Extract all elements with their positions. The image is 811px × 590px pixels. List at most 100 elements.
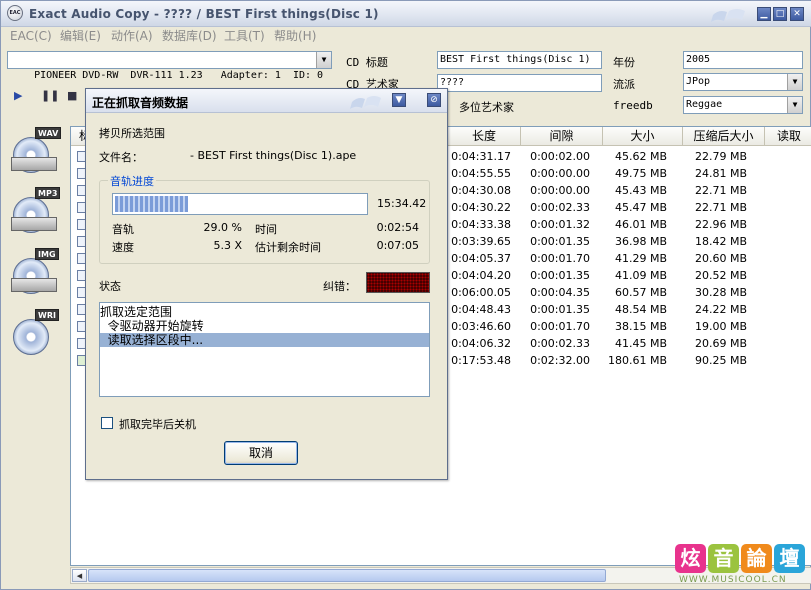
dialog-help-button[interactable]: ⊘ <box>427 93 441 107</box>
remaining-label: 估计剩余时间 <box>255 241 321 254</box>
cell-length: 0:04:48.43 <box>451 303 511 316</box>
cell-size: 41.09 MB <box>614 269 667 282</box>
freedb-genre-select[interactable]: Reggae ▼ <box>683 96 803 114</box>
dialog-title: 正在抓取音频数据 <box>92 96 189 110</box>
watermark-char: 音 <box>708 544 739 573</box>
cell-compressed: 20.52 MB <box>694 269 747 282</box>
track-label: 音轨 <box>112 223 134 236</box>
multi-artist-label: 多位艺术家 <box>459 101 514 114</box>
menu-eac[interactable]: EAC(C) <box>10 27 52 45</box>
menu-tools[interactable]: 工具(T) <box>224 27 265 45</box>
windows-flag-icon <box>350 96 381 109</box>
cell-length: 0:04:30.08 <box>451 184 511 197</box>
write-cd-icon: WRI <box>35 309 59 321</box>
scrollbar-thumb[interactable] <box>88 569 606 582</box>
cell-size: 48.54 MB <box>614 303 667 316</box>
cell-size: 180.61 MB <box>607 354 667 367</box>
minimize-button[interactable]: ▁ <box>757 7 771 21</box>
copy-wav-icon: WAV <box>35 127 62 139</box>
cd-artist-value: ???? <box>440 77 465 88</box>
shutdown-checkbox[interactable] <box>101 417 113 429</box>
watermark-char: 論 <box>741 544 772 573</box>
drive-icon <box>11 278 57 292</box>
cell-length: 0:17:53.48 <box>451 354 511 367</box>
filename-label: 文件名： <box>99 151 143 164</box>
cell-length: 0:04:31.17 <box>451 150 511 163</box>
copy-image-button[interactable]: IMG <box>9 248 61 300</box>
track-progress-group: 音轨进度 15:34.42 音轨 29.0 % 时间 0:02:54 速度 5.… <box>99 173 430 264</box>
play-icon[interactable]: ▶ <box>14 89 22 102</box>
cell-gap: 0:00:01.70 <box>530 252 590 265</box>
copy-compressed-button[interactable]: MP3 <box>9 187 61 239</box>
cell-length: 0:03:46.60 <box>451 320 511 333</box>
genre-select[interactable]: JPop ▼ <box>683 73 803 91</box>
drive-select-value: PIONEER DVD-RW DVR-111 1.23 Adapter: 1 I… <box>34 70 324 81</box>
remaining-value: 0:07:05 <box>376 239 419 252</box>
error-correction-label: 纠错： <box>323 280 356 293</box>
column-header-length[interactable]: 长度 <box>448 127 521 146</box>
cell-gap: 0:00:02.33 <box>530 201 590 214</box>
cell-compressed: 24.22 MB <box>694 303 747 316</box>
filename-value: - BEST First things(Disc 1).ape <box>190 149 357 162</box>
cell-size: 41.29 MB <box>614 252 667 265</box>
chevron-down-icon[interactable]: ▼ <box>787 74 802 90</box>
maximize-button[interactable]: □ <box>773 7 787 21</box>
cancel-button[interactable]: 取消 <box>224 441 298 465</box>
copy-compressed-icon: MP3 <box>35 187 61 199</box>
elapsed-total: 15:34.42 <box>377 197 427 210</box>
column-header-compressed-size[interactable]: 压缩后大小 <box>683 127 765 146</box>
log-line: 抓取选定范围 <box>100 305 173 319</box>
scroll-left-icon[interactable]: ◀ <box>72 569 87 582</box>
track-progress-bar <box>112 193 368 215</box>
watermark-char: 炫 <box>675 544 706 573</box>
column-header-gap[interactable]: 间隙 <box>521 127 603 146</box>
year-input[interactable]: 2005 <box>683 51 803 69</box>
column-header-read[interactable]: 读取 <box>765 127 811 146</box>
cell-size: 45.43 MB <box>614 184 667 197</box>
cell-compressed: 18.42 MB <box>694 235 747 248</box>
log-line-selected: 读取选择区段中... <box>100 333 429 347</box>
cell-length: 0:04:55.55 <box>451 167 511 180</box>
speed-label: 速度 <box>112 241 134 254</box>
write-cd-button[interactable]: WRI <box>9 309 61 361</box>
cell-length: 0:03:39.65 <box>451 235 511 248</box>
stop-icon[interactable]: ■ <box>67 89 77 102</box>
watermark-url: WWW.MUSICOOL.CN <box>679 575 787 585</box>
speed-value: 5.3 X <box>213 239 242 252</box>
error-correction-display <box>366 272 430 293</box>
pause-icon[interactable]: ❚❚ <box>41 89 59 102</box>
chevron-down-icon[interactable]: ▼ <box>316 52 331 68</box>
cell-compressed: 22.96 MB <box>694 218 747 231</box>
menu-bar: EAC(C) 编辑(E) 动作(A) 数据库(D) 工具(T) 帮助(H) <box>1 27 811 47</box>
menu-help[interactable]: 帮助(H) <box>274 27 316 45</box>
drive-select[interactable]: PIONEER DVD-RW DVR-111 1.23 Adapter: 1 I… <box>7 51 332 81</box>
shutdown-label[interactable]: 抓取完毕后关机 <box>119 416 196 432</box>
cd-artist-input[interactable]: ???? <box>437 74 602 92</box>
cell-compressed: 20.60 MB <box>694 252 747 265</box>
status-log[interactable]: 抓取选定范围 令驱动器开始旋转 读取选择区段中... <box>99 302 430 397</box>
chevron-down-icon[interactable]: ▼ <box>787 97 802 113</box>
menu-action[interactable]: 动作(A) <box>111 27 153 45</box>
dialog-menu-button[interactable]: ▼ <box>392 93 406 107</box>
genre-label: 流派 <box>613 78 635 91</box>
cell-gap: 0:00:02.33 <box>530 337 590 350</box>
year-value: 2005 <box>686 54 711 65</box>
time-value: 0:02:54 <box>376 221 419 234</box>
cell-gap: 0:00:01.35 <box>530 303 590 316</box>
cell-size: 60.57 MB <box>614 286 667 299</box>
cell-size: 38.15 MB <box>614 320 667 333</box>
menu-edit[interactable]: 编辑(E) <box>60 27 101 45</box>
cell-gap: 0:00:00.00 <box>530 167 590 180</box>
cell-gap: 0:00:01.70 <box>530 320 590 333</box>
close-button[interactable]: ✕ <box>790 7 804 21</box>
cell-size: 49.75 MB <box>614 167 667 180</box>
copy-selection-label: 拷贝所选范围 <box>99 127 165 140</box>
track-progress-fill <box>115 196 188 212</box>
column-header-size[interactable]: 大小 <box>603 127 683 146</box>
menu-database[interactable]: 数据库(D) <box>162 27 217 45</box>
cell-size: 45.62 MB <box>614 150 667 163</box>
cd-title-input[interactable]: BEST First things(Disc 1) <box>437 51 602 69</box>
cell-length: 0:06:00.05 <box>451 286 511 299</box>
track-progress-legend: 音轨进度 <box>108 173 156 189</box>
copy-wav-button[interactable]: WAV <box>9 127 62 179</box>
